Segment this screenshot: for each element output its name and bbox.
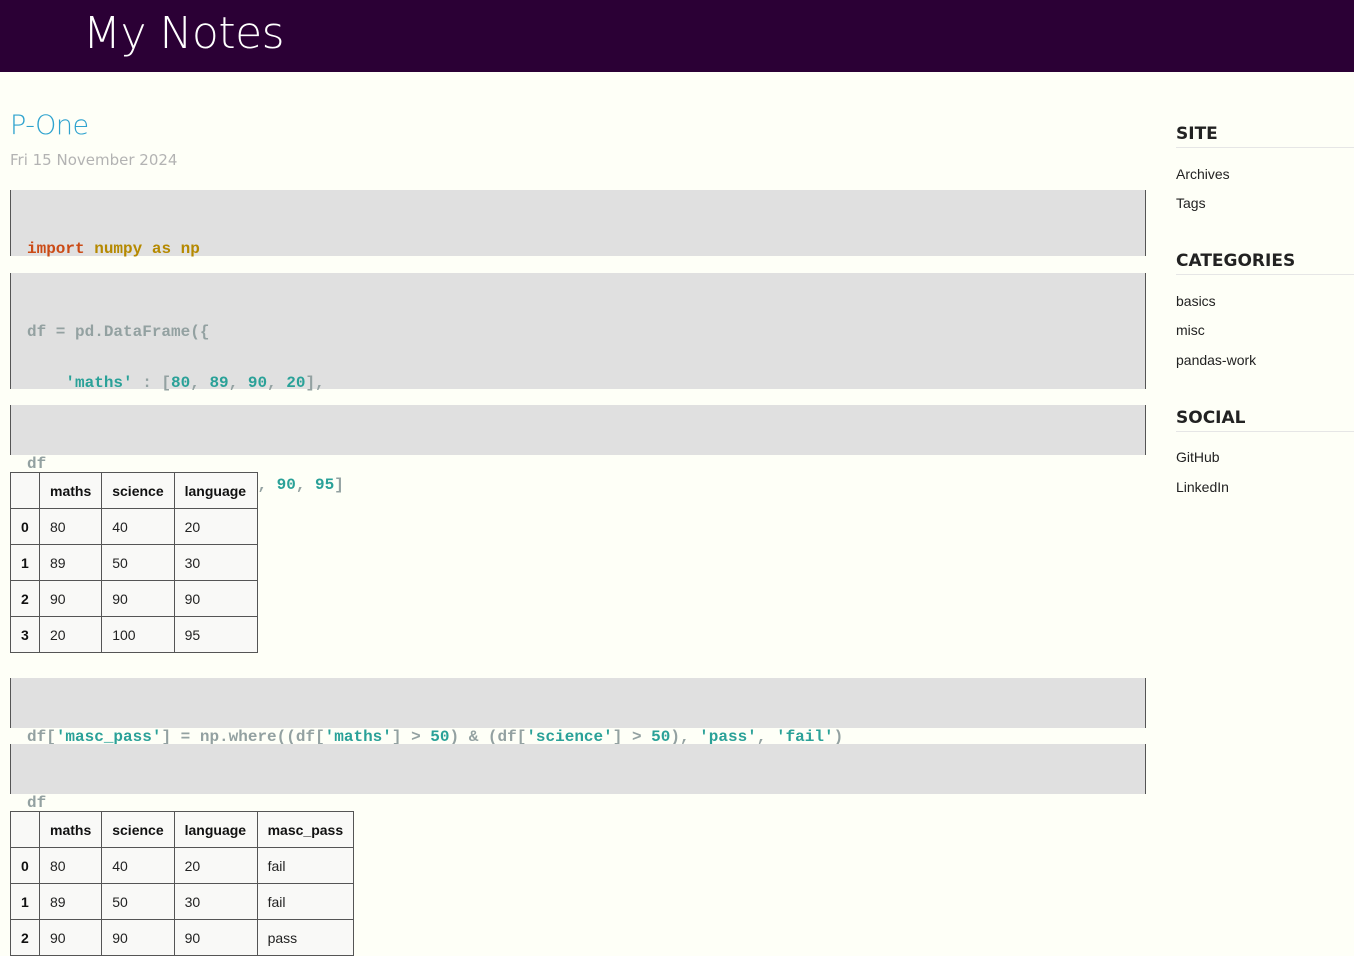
table-cell: 80 xyxy=(38,508,103,545)
table-row: 1 89 50 30 fail xyxy=(10,883,355,920)
table-cell: 50 xyxy=(101,544,175,581)
code-token: as xyxy=(151,240,172,258)
table-cell: 90 xyxy=(173,919,258,956)
sidebar-link-tags[interactable]: Tags xyxy=(1176,194,1206,212)
table-cell: fail xyxy=(256,883,355,920)
table-cell: 90 xyxy=(101,919,175,956)
code-token: np xyxy=(180,240,200,258)
table-header-cell xyxy=(10,811,40,848)
code-cell-dataframe: df = pd.DataFrame({ 'maths' : [80, 89, 9… xyxy=(10,273,1146,545)
table-header-cell: maths xyxy=(38,811,103,848)
code-cell-imports: import numpy as np import pandas as pd xyxy=(10,190,1146,309)
sidebar-link-misc[interactable]: misc xyxy=(1176,321,1205,339)
table-header-row: maths science language masc_pass xyxy=(10,811,355,848)
table-header-row: maths science language xyxy=(10,472,258,509)
table-cell: fail xyxy=(256,847,355,884)
table-row: 2 90 90 90 xyxy=(10,580,258,617)
table-cell: 90 xyxy=(173,580,258,617)
post-title[interactable]: P-One xyxy=(10,108,89,144)
sidebar-link-archives[interactable]: Archives xyxy=(1176,165,1230,183)
dataframe-table-2: maths science language masc_pass 0 80 40… xyxy=(10,811,355,956)
site-title-link[interactable]: My Notes xyxy=(83,6,285,62)
table-cell: 20 xyxy=(173,508,258,545)
sidebar-link-github[interactable]: GitHub xyxy=(1176,448,1220,466)
table-cell: 90 xyxy=(38,580,103,617)
dataframe-table-1: maths science language 0 80 40 20 1 89 5… xyxy=(10,472,258,653)
sidebar-heading-social: SOCIAL xyxy=(1176,407,1354,432)
table-header-cell xyxy=(10,472,40,509)
table-header-cell: language xyxy=(173,811,258,848)
table-row: 0 80 40 20 fail xyxy=(10,847,355,884)
code-line: df = pd.DataFrame({ xyxy=(27,323,210,341)
site-header: My Notes xyxy=(0,0,1354,72)
code-token: 20 xyxy=(286,374,306,392)
row-index: 1 xyxy=(10,883,40,920)
table-cell: 30 xyxy=(173,883,258,920)
table-cell: 40 xyxy=(101,847,175,884)
code-token: 'maths' xyxy=(65,374,133,392)
code-line: df xyxy=(27,794,47,812)
table-header-cell: science xyxy=(101,811,175,848)
code-cell-show-df-2: df xyxy=(10,744,1146,812)
code-line: import numpy as np xyxy=(27,241,1129,258)
table-row: 0 80 40 20 xyxy=(10,508,258,545)
sidebar-link-pandas-work[interactable]: pandas-work xyxy=(1176,351,1256,369)
code-token: import xyxy=(27,240,85,258)
code-cell-show-df: df xyxy=(10,405,1146,473)
sidebar-heading-site: SITE xyxy=(1176,123,1354,148)
table-cell: 100 xyxy=(101,616,175,653)
table-cell: 20 xyxy=(38,616,103,653)
table-cell: 89 xyxy=(38,544,103,581)
code-token: 80 xyxy=(171,374,191,392)
code-line: df xyxy=(27,455,47,473)
code-line: 'maths' : [80, 89, 90, 20], xyxy=(65,374,325,392)
table-header-cell: language xyxy=(173,472,258,509)
table-header-cell: masc_pass xyxy=(256,811,355,848)
table-cell: 80 xyxy=(38,847,103,884)
code-token: 90 xyxy=(247,374,268,392)
table-header-cell: science xyxy=(101,472,175,509)
sidebar-link-linkedin[interactable]: LinkedIn xyxy=(1176,478,1229,496)
table-header-cell: maths xyxy=(38,472,103,509)
row-index: 0 xyxy=(10,508,40,545)
code-cell-where: df['masc_pass'] = np.where((df['maths'] … xyxy=(10,678,1146,746)
row-index: 3 xyxy=(10,616,40,653)
row-index: 1 xyxy=(10,544,40,581)
table-row: 2 90 90 90 pass xyxy=(10,919,355,956)
table-row: 1 89 50 30 xyxy=(10,544,258,581)
sidebar-heading-categories: CATEGORIES xyxy=(1176,250,1354,275)
row-index: 2 xyxy=(10,919,40,956)
table-row: 3 20 100 95 xyxy=(10,616,258,653)
row-index: 2 xyxy=(10,580,40,617)
table-cell: pass xyxy=(256,919,355,956)
code-token: numpy xyxy=(94,240,143,258)
table-cell: 90 xyxy=(38,919,103,956)
row-index: 0 xyxy=(10,847,40,884)
table-cell: 20 xyxy=(173,847,258,884)
code-token: 89 xyxy=(209,374,229,392)
table-cell: 89 xyxy=(38,883,103,920)
table-cell: 50 xyxy=(101,883,175,920)
table-cell: 95 xyxy=(173,616,258,653)
sidebar-link-basics[interactable]: basics xyxy=(1176,292,1216,310)
table-cell: 40 xyxy=(101,508,175,545)
table-cell: 90 xyxy=(101,580,175,617)
table-cell: 30 xyxy=(173,544,258,581)
post-date: Fri 15 November 2024 xyxy=(10,151,178,169)
